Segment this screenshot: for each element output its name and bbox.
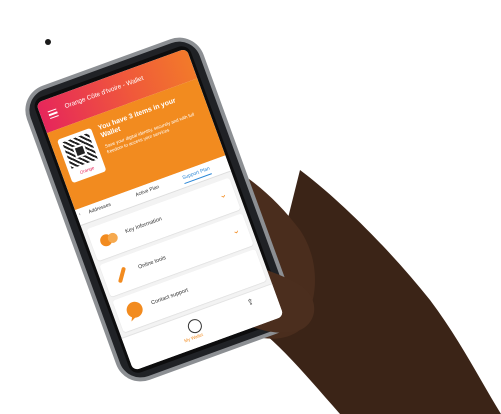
- list-item-label: Key Information: [124, 216, 163, 235]
- photo-scene: Orange Côte d'Ivoire - Wallet Orange You…: [0, 0, 501, 414]
- shield-icon: [100, 232, 118, 247]
- list-item-label: Contact support: [150, 287, 190, 307]
- list-item-label: Online tools: [137, 255, 167, 271]
- chevron-left-icon[interactable]: ‹: [78, 212, 82, 218]
- menu-icon[interactable]: [47, 108, 59, 120]
- qr-card[interactable]: Orange: [56, 127, 107, 184]
- chevron-down-icon[interactable]: ⌄: [218, 189, 229, 202]
- qr-code-icon: [62, 132, 98, 169]
- tab-active-plan[interactable]: Active Plan: [135, 184, 161, 198]
- tab-support-plan[interactable]: Support Plan: [181, 165, 212, 185]
- tools-icon: [118, 267, 126, 283]
- bottom-nav-label[interactable]: My Wallet: [184, 332, 204, 343]
- tab-addresses[interactable]: Addresses: [88, 202, 112, 216]
- chat-bubble-icon: [126, 301, 143, 322]
- camera: [45, 39, 51, 45]
- share-icon[interactable]: ⇪: [246, 297, 255, 308]
- chevron-down-icon[interactable]: ⌄: [231, 224, 242, 237]
